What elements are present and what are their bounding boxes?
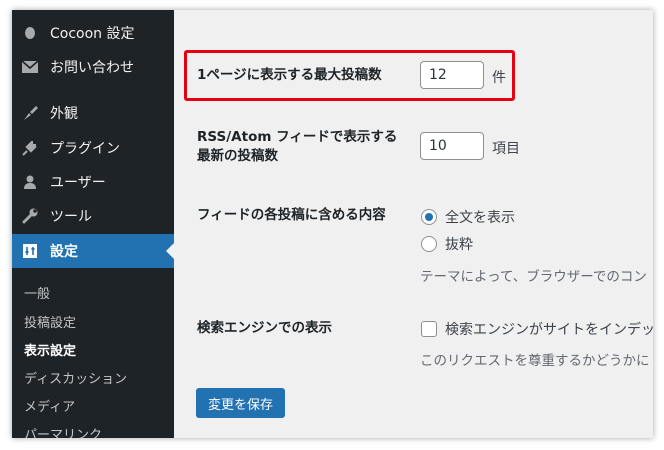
search-engine-checkbox-label[interactable]: 検索エンジンがサイトをインデッ	[445, 319, 653, 339]
sidebar-item-tools[interactable]: ツール	[12, 199, 174, 233]
settings-icon	[21, 242, 39, 260]
screenshot-frame: Cocoon 設定 お問い合わせ 外観 プラグイン ユーザー ツール 設定 一般…	[12, 10, 653, 438]
cocoon-icon	[21, 24, 39, 42]
settings-content: 1ページに表示する最大投稿数 12 件 RSS/Atom フィードで表示する 最…	[174, 10, 653, 438]
sidebar-item-plugins[interactable]: プラグイン	[12, 131, 174, 165]
plugin-icon	[21, 139, 39, 157]
submenu-item-reading[interactable]: 表示設定	[24, 340, 76, 359]
rss-posts-input[interactable]: 10	[420, 132, 484, 160]
sidebar-item-contact[interactable]: お問い合わせ	[12, 50, 174, 84]
active-menu-arrow	[166, 243, 174, 259]
sidebar-item-label: お問い合わせ	[50, 60, 134, 76]
feed-full-text-radio[interactable]	[421, 209, 437, 225]
sidebar-item-cocoon[interactable]: Cocoon 設定	[12, 16, 174, 50]
feed-excerpt-label[interactable]: 抜粋	[445, 234, 473, 254]
submenu-item-discussion[interactable]: ディスカッション	[24, 368, 127, 387]
sidebar-item-label: 設定	[50, 244, 78, 260]
sidebar-item-settings[interactable]: 設定	[12, 234, 174, 268]
search-engine-checkbox[interactable]	[421, 321, 437, 337]
search-engine-label: 検索エンジンでの表示	[197, 320, 332, 336]
posts-per-page-input[interactable]: 12	[420, 61, 484, 89]
admin-sidebar: Cocoon 設定 お問い合わせ 外観 プラグイン ユーザー ツール 設定 一般…	[12, 10, 174, 438]
submenu-item-permalinks[interactable]: パーマリンク	[24, 424, 102, 438]
mail-icon	[21, 58, 39, 76]
sidebar-item-label: ツール	[50, 209, 92, 225]
sidebar-item-appearance[interactable]: 外観	[12, 96, 174, 130]
submenu-item-general[interactable]: 一般	[24, 283, 50, 302]
wrench-icon	[21, 207, 39, 225]
feed-full-text-label[interactable]: 全文を表示	[445, 207, 515, 227]
save-changes-button[interactable]: 変更を保存	[196, 388, 285, 418]
rss-posts-unit: 項目	[492, 141, 520, 157]
rss-posts-label-line2: 最新の投稿数	[197, 148, 278, 164]
sidebar-item-label: Cocoon 設定	[50, 26, 135, 42]
sidebar-item-label: ユーザー	[50, 175, 106, 191]
sidebar-item-label: 外観	[50, 106, 78, 122]
appearance-brush-icon	[21, 104, 39, 122]
posts-per-page-unit: 件	[492, 70, 506, 86]
feed-content-description: テーマによって、ブラウザーでのコン	[420, 269, 647, 285]
sidebar-item-users[interactable]: ユーザー	[12, 165, 174, 199]
sidebar-item-label: プラグイン	[50, 141, 120, 157]
submenu-item-writing[interactable]: 投稿設定	[24, 312, 76, 331]
feed-content-label: フィードの各投稿に含める内容	[197, 207, 386, 223]
user-icon	[21, 173, 39, 191]
feed-excerpt-radio[interactable]	[421, 236, 437, 252]
rss-posts-label: RSS/Atom フィードで表示する	[197, 129, 398, 145]
submenu-item-media[interactable]: メディア	[24, 396, 75, 415]
search-engine-description: このリクエストを尊重するかどうかに	[420, 353, 650, 369]
posts-per-page-label: 1ページに表示する最大投稿数	[197, 67, 382, 83]
